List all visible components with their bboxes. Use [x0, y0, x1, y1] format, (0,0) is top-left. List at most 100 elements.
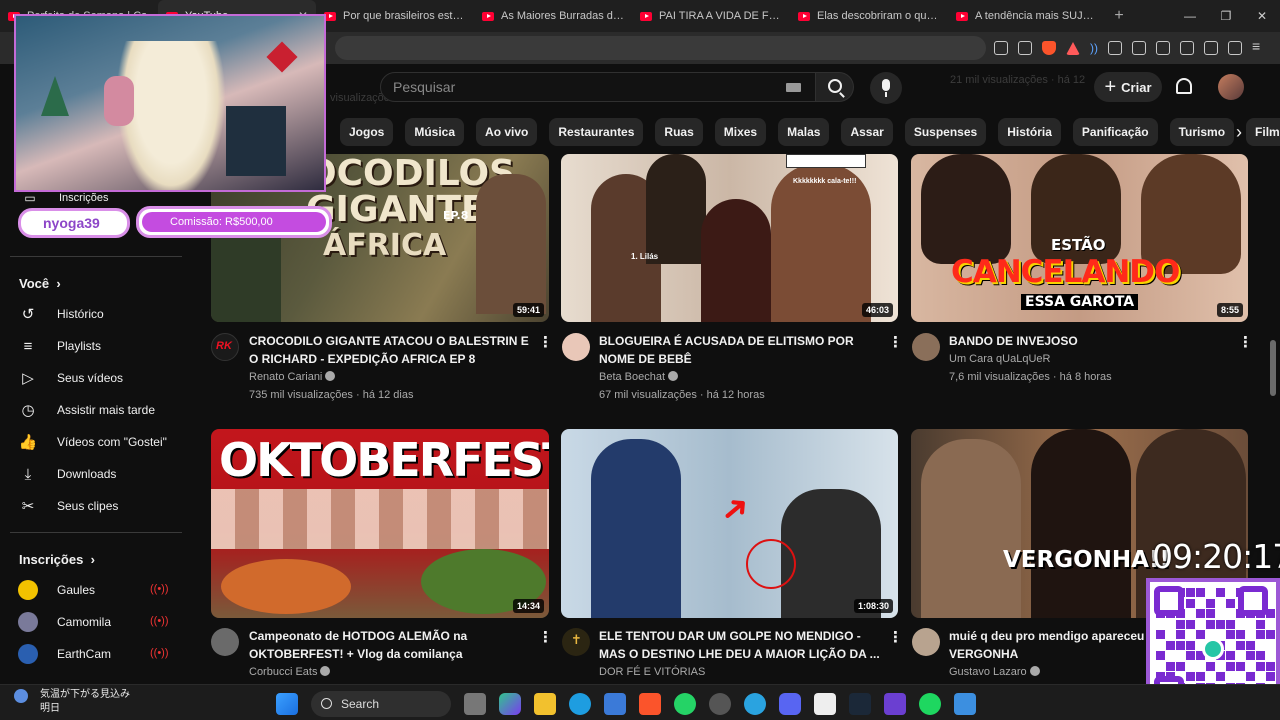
brave-shield-icon[interactable]	[1042, 41, 1056, 55]
more-options-icon[interactable]: ⋮	[538, 628, 553, 646]
filter-chip[interactable]: Ruas	[655, 118, 703, 146]
video-channel[interactable]: Corbucci Eats	[249, 663, 331, 681]
filter-chip[interactable]: Turismo	[1169, 118, 1235, 146]
taskbar-search[interactable]: Search	[311, 691, 451, 717]
video-title[interactable]: ELE TENTOU DAR UM GOLPE NO MENDIGO - MAS…	[599, 627, 889, 663]
windows-start-icon[interactable]	[276, 693, 298, 715]
store-icon[interactable]	[604, 693, 626, 715]
menu-icon[interactable]: ≡	[1252, 39, 1266, 55]
screenshot-icon[interactable]	[1132, 41, 1146, 55]
video-thumbnail[interactable]: Kkkkkkkk cala-te!!! 1. Lilás 46:03	[561, 154, 898, 322]
copilot-icon[interactable]	[499, 693, 521, 715]
app-icon[interactable]	[954, 693, 976, 715]
close-window-button[interactable]: ✕	[1244, 9, 1280, 23]
whatsapp-icon[interactable]	[674, 693, 696, 715]
search-button[interactable]	[816, 72, 854, 102]
maximize-button[interactable]: ❐	[1208, 9, 1244, 23]
browser-tab[interactable]: PAI TIRA A VIDA DE FILHO A	[632, 0, 790, 32]
filter-chip[interactable]: Ao vivo	[476, 118, 538, 146]
video-title[interactable]: BLOGUEIRA É ACUSADA DE ELITISMO POR NOME…	[599, 332, 889, 368]
filter-chip[interactable]: Filmes	[1246, 118, 1280, 146]
steam-icon[interactable]	[849, 693, 871, 715]
app-icon[interactable]	[884, 693, 906, 715]
sidebar-item[interactable]: ◷ Assistir mais tarde	[18, 396, 155, 424]
notifications-bell-icon[interactable]	[1176, 78, 1192, 94]
subscription-channel[interactable]: EarthCam	[18, 640, 111, 668]
discord-icon[interactable]	[779, 693, 801, 715]
filter-chip[interactable]: Restaurantes	[549, 118, 644, 146]
keyboard-icon[interactable]	[786, 83, 801, 92]
filter-chip[interactable]: Assar	[841, 118, 893, 146]
channel-avatar[interactable]	[211, 628, 239, 656]
leo-ai-icon[interactable]	[1204, 41, 1218, 55]
sidebar-item[interactable]: 👍 Vídeos com "Gostei"	[18, 428, 167, 456]
filter-chip[interactable]: História	[998, 118, 1061, 146]
create-button[interactable]: + Criar	[1094, 72, 1162, 102]
spotify-icon[interactable]	[919, 693, 941, 715]
brave-rewards-icon[interactable]	[1066, 41, 1080, 55]
more-options-icon[interactable]: ⋮	[538, 333, 553, 351]
filter-chip[interactable]: Malas	[778, 118, 830, 146]
sidebar-item[interactable]: ⤓ Downloads	[18, 460, 117, 488]
subscriptions-heading[interactable]: Inscrições ›	[19, 552, 95, 567]
chips-next-arrow-icon[interactable]: ›	[1236, 122, 1242, 143]
task-view-icon[interactable]	[464, 693, 486, 715]
video-thumbnail[interactable]: ➜ 1:08:30	[561, 429, 898, 618]
audio-playing-icon[interactable]: ))	[1090, 41, 1098, 55]
sidebar-item[interactable]: ▷ Seus vídeos	[18, 364, 123, 392]
obs-icon[interactable]	[709, 693, 731, 715]
video-channel[interactable]: Beta Boechat	[599, 368, 679, 386]
video-title[interactable]: muié q deu pro mendigo apareceu VERGONHA	[949, 627, 1149, 663]
filter-chip[interactable]: Jogos	[340, 118, 394, 146]
filter-chip[interactable]: Música	[405, 118, 465, 146]
search-input[interactable]: Pesquisar	[380, 72, 816, 102]
minimize-button[interactable]: —	[1172, 9, 1208, 23]
video-thumbnail[interactable]: ESTÃO CANCELANDO ESSA GAROTA 8:55	[911, 154, 1248, 322]
account-avatar[interactable]	[1218, 74, 1244, 100]
browser-tab[interactable]: Elas descobriram o que HO	[790, 0, 948, 32]
more-options-icon[interactable]: ⋮	[888, 333, 903, 351]
subscription-channel[interactable]: Camomila	[18, 608, 111, 636]
channel-avatar[interactable]	[912, 628, 940, 656]
page-scrollbar[interactable]	[1270, 340, 1276, 396]
sidebar-item[interactable]: ✂ Seus clipes	[18, 492, 119, 520]
you-heading[interactable]: Você ›	[19, 276, 61, 291]
subscription-channel[interactable]: Gaules	[18, 576, 95, 604]
video-channel[interactable]: DOR FÉ E VITÓRIAS	[599, 663, 705, 681]
video-channel[interactable]: Renato Cariani	[249, 368, 336, 386]
video-title[interactable]: CROCODILO GIGANTE ATACOU O BALESTRIN E O…	[249, 332, 539, 368]
video-thumbnail[interactable]: OKTOBERFEST 14:34	[211, 429, 549, 618]
browser-tab[interactable]: Por que brasileiros estão de	[316, 0, 474, 32]
more-options-icon[interactable]: ⋮	[1238, 333, 1253, 351]
filter-chip[interactable]: Panificação	[1072, 118, 1158, 146]
weather-widget[interactable]: 気温が下がる見込み 明日	[40, 688, 130, 716]
filter-chip[interactable]: Suspenses	[904, 118, 987, 146]
telegram-icon[interactable]	[744, 693, 766, 715]
extensions-icon[interactable]	[1108, 41, 1122, 55]
capcut-icon[interactable]	[814, 693, 836, 715]
video-title[interactable]: Campeonato de HOTDOG ALEMÃO na OKTOBERFE…	[249, 627, 539, 663]
more-options-icon[interactable]: ⋮	[888, 628, 903, 646]
video-channel[interactable]: Gustavo Lazaro	[949, 663, 1040, 681]
wallet-icon[interactable]	[1180, 41, 1194, 55]
browser-tab[interactable]: A tendência mais SUJA da in	[948, 0, 1106, 32]
file-explorer-icon[interactable]	[534, 693, 556, 715]
vpn-icon[interactable]	[1228, 41, 1242, 55]
sidebar-item[interactable]: ↺ Histórico	[18, 300, 104, 328]
channel-avatar[interactable]: RK	[211, 333, 239, 361]
edge-icon[interactable]	[569, 693, 591, 715]
cast-icon[interactable]	[994, 41, 1008, 55]
sidebar-icon[interactable]	[1156, 41, 1170, 55]
weather-icon[interactable]	[14, 689, 28, 703]
video-channel[interactable]: Um Cara qUaLqUeR	[949, 350, 1050, 368]
new-tab-button[interactable]: +	[1106, 7, 1132, 25]
channel-avatar[interactable]	[912, 333, 940, 361]
address-bar[interactable]	[335, 36, 986, 60]
brave-icon[interactable]	[639, 693, 661, 715]
channel-avatar[interactable]: ✝	[562, 628, 590, 656]
video-title[interactable]: BANDO DE INVEJOSO	[949, 332, 1239, 350]
filter-chip[interactable]: Mixes	[714, 118, 767, 146]
sidebar-item[interactable]: ≡ Playlists	[18, 332, 101, 360]
share-icon[interactable]	[1018, 41, 1032, 55]
browser-tab[interactable]: As Maiores Burradas de Bra	[474, 0, 632, 32]
